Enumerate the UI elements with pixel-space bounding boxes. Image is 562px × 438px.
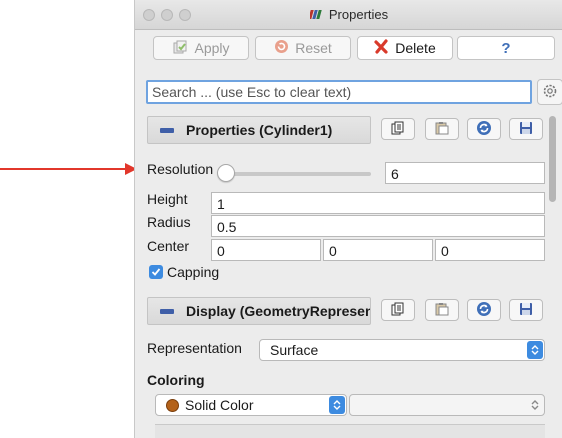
coloring-value: Solid Color [185, 397, 254, 413]
save-disk-icon [519, 121, 533, 138]
capping-label: Capping [167, 264, 220, 280]
apply-icon [172, 39, 188, 58]
checkmark-icon [151, 265, 161, 280]
resolution-slider-track[interactable] [225, 172, 371, 176]
paste-icon [435, 121, 449, 138]
restore-display-defaults-button[interactable] [467, 299, 501, 321]
center-x-input[interactable]: 0 [211, 239, 321, 261]
collapse-minus-icon [160, 308, 174, 314]
scrollbar-thumb[interactable] [549, 116, 556, 202]
solid-color-swatch-icon [166, 398, 179, 412]
reset-icon [274, 39, 289, 57]
resolution-input[interactable]: 6 [385, 162, 545, 184]
restore-defaults-button[interactable] [467, 118, 501, 140]
paste-display-button[interactable] [425, 299, 459, 321]
copy-display-button[interactable] [381, 299, 415, 321]
save-display-defaults-button[interactable] [509, 299, 543, 321]
reset-button[interactable]: Reset [255, 36, 351, 60]
display-section-title: Display (GeometryRepresent [186, 303, 371, 319]
delete-x-icon [374, 39, 389, 57]
help-button[interactable]: ? [457, 36, 555, 60]
apply-button[interactable]: Apply [153, 36, 249, 60]
center-z-input[interactable]: 0 [435, 239, 545, 261]
center-y-input[interactable]: 0 [323, 239, 433, 261]
refresh-icon [476, 120, 492, 139]
updown-arrow-icon [329, 396, 345, 414]
properties-section-header[interactable]: Properties (Cylinder1) [147, 116, 371, 144]
representation-select[interactable]: Surface [259, 339, 545, 361]
height-input[interactable]: 1 [211, 192, 545, 214]
reset-label: Reset [295, 40, 332, 56]
copy-icon [391, 121, 405, 138]
next-toolbar-row [155, 424, 545, 438]
paste-properties-button[interactable] [425, 118, 459, 140]
save-defaults-button[interactable] [509, 118, 543, 140]
coloring-select[interactable]: Solid Color [155, 394, 347, 416]
delete-label: Delete [395, 40, 436, 56]
capping-checkbox[interactable] [149, 265, 163, 279]
properties-panel: Properties Apply Reset Delete ? Search .… [134, 0, 562, 438]
updown-arrow-icon [527, 396, 543, 414]
representation-label: Representation [147, 340, 242, 356]
paste-icon [435, 302, 449, 319]
delete-button[interactable]: Delete [357, 36, 453, 60]
apply-label: Apply [194, 40, 230, 56]
height-label: Height [147, 191, 188, 207]
radius-input[interactable]: 0.5 [211, 215, 545, 237]
representation-value: Surface [270, 342, 319, 358]
gear-icon [542, 83, 558, 102]
resolution-slider-handle[interactable] [217, 164, 235, 182]
copy-properties-button[interactable] [381, 118, 415, 140]
advanced-settings-button[interactable] [537, 79, 562, 105]
coloring-label: Coloring [147, 372, 205, 388]
help-icon: ? [501, 39, 511, 57]
display-section-header[interactable]: Display (GeometryRepresent [147, 297, 371, 325]
window-title: Properties [135, 7, 562, 23]
annotation-arrow-line [0, 168, 128, 170]
paraview-logo-icon [308, 8, 324, 23]
center-label: Center [147, 238, 190, 254]
panel-scrollbar[interactable] [547, 112, 559, 438]
resolution-label: Resolution [147, 161, 214, 177]
search-input[interactable] [152, 84, 526, 100]
refresh-icon [476, 301, 492, 320]
color-component-select[interactable] [349, 394, 545, 416]
save-disk-icon [519, 302, 533, 319]
copy-icon [391, 302, 405, 319]
search-box [146, 80, 532, 104]
collapse-minus-icon [160, 127, 174, 133]
properties-section-title: Properties (Cylinder1) [186, 122, 333, 138]
radius-label: Radius [147, 214, 191, 230]
title-bar: Properties [135, 0, 562, 30]
updown-arrow-icon [527, 341, 543, 359]
